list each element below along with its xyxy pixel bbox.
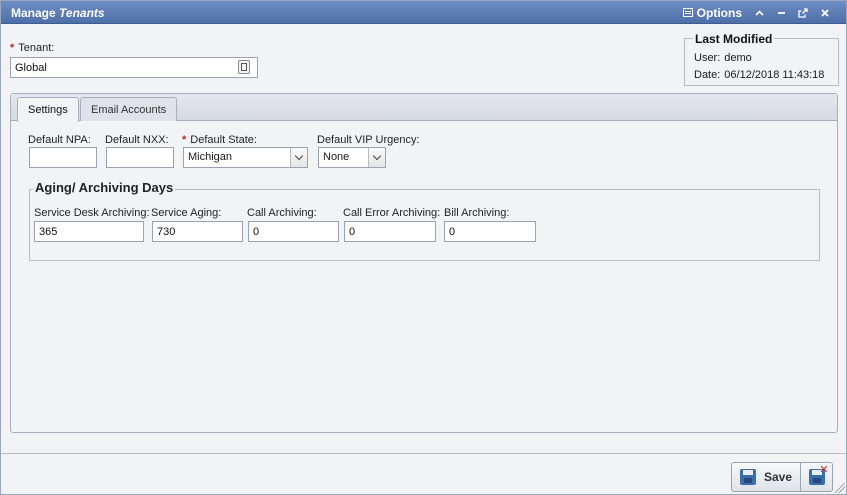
- popout-icon[interactable]: [792, 5, 814, 20]
- call-archiving-input[interactable]: [248, 221, 339, 242]
- call-error-archiving-label: Call Error Archiving:: [343, 207, 441, 219]
- default-npa-label: Default NPA:: [28, 134, 91, 146]
- default-nxx-label: Default NXX:: [105, 134, 169, 146]
- service-desk-archiving-input[interactable]: [34, 221, 144, 242]
- service-desk-archiving-label: Service Desk Archiving:: [34, 207, 150, 219]
- default-vip-urgency-label: Default VIP Urgency:: [317, 134, 420, 146]
- default-vip-urgency-select[interactable]: None: [318, 147, 386, 168]
- options-list-icon: [682, 8, 693, 17]
- minimize-icon[interactable]: [770, 5, 792, 20]
- default-state-value: Michigan: [188, 151, 233, 163]
- save-button[interactable]: Save: [731, 462, 801, 492]
- tab-settings[interactable]: Settings: [17, 97, 79, 122]
- bill-archiving-label: Bill Archiving:: [444, 207, 510, 219]
- default-state-select[interactable]: Michigan: [183, 147, 308, 168]
- save-disk-icon: [740, 469, 756, 485]
- call-error-archiving-input[interactable]: [344, 221, 436, 242]
- window-title: Manage Tenants: [11, 6, 105, 20]
- default-state-dropdown-button[interactable]: [290, 148, 307, 167]
- options-label: Options: [696, 5, 742, 20]
- resize-grip-icon[interactable]: [835, 483, 845, 493]
- last-modified-user: User: demo: [694, 52, 752, 64]
- collapse-icon[interactable]: [748, 5, 770, 20]
- chevron-down-icon: [294, 151, 304, 161]
- default-state-label: * Default State:: [182, 134, 257, 146]
- tenant-input[interactable]: [10, 57, 258, 78]
- aging-archiving-fieldset: Aging/ Archiving Days Service Desk Archi…: [29, 180, 820, 261]
- window-titlebar[interactable]: Manage Tenants Options: [1, 1, 846, 24]
- tab-strip: Settings Email Accounts: [11, 94, 837, 122]
- save-close-icon: ✕: [808, 465, 829, 485]
- options-button[interactable]: Options: [682, 5, 742, 20]
- default-vip-urgency-dropdown-button[interactable]: [368, 148, 385, 167]
- manage-tenants-window: Manage Tenants Options *Tenant: L: [0, 0, 847, 495]
- default-vip-urgency-value: None: [323, 151, 350, 163]
- last-modified-box: Last Modified User: demo Date: 06/12/2018 …: [684, 32, 839, 86]
- save-close-button[interactable]: ✕: [801, 462, 833, 492]
- last-modified-date-value: 06/12/2018 11:43:18: [724, 69, 825, 81]
- tab-email-accounts[interactable]: Email Accounts: [80, 97, 178, 121]
- service-aging-label: Service Aging:: [151, 207, 222, 219]
- save-label: Save: [764, 470, 793, 484]
- window-tools: Options: [682, 5, 836, 20]
- tenant-label: * Tenant:: [10, 42, 55, 54]
- service-aging-input[interactable]: [152, 221, 243, 242]
- call-archiving-label: Call Archiving:: [247, 207, 317, 219]
- window-footer: Save ✕: [1, 453, 846, 494]
- aging-archiving-title: Aging/ Archiving Days: [33, 180, 176, 195]
- default-npa-input[interactable]: [29, 147, 97, 168]
- tab-panel: Settings Email Accounts Default NPA: Def…: [10, 93, 838, 433]
- bill-archiving-input[interactable]: [444, 221, 536, 242]
- window-title-emphasis: Tenants: [59, 6, 105, 20]
- last-modified-user-value: demo: [724, 52, 752, 64]
- tenant-required-mark: *: [10, 42, 15, 54]
- last-modified-title: Last Modified: [693, 32, 775, 46]
- last-modified-date: Date: 06/12/2018 11:43:18: [694, 69, 825, 81]
- default-state-required-mark: *: [182, 134, 187, 146]
- chevron-down-icon: [372, 151, 382, 161]
- tenant-picker-icon[interactable]: [238, 60, 250, 74]
- default-nxx-input[interactable]: [106, 147, 174, 168]
- close-icon[interactable]: [814, 5, 836, 20]
